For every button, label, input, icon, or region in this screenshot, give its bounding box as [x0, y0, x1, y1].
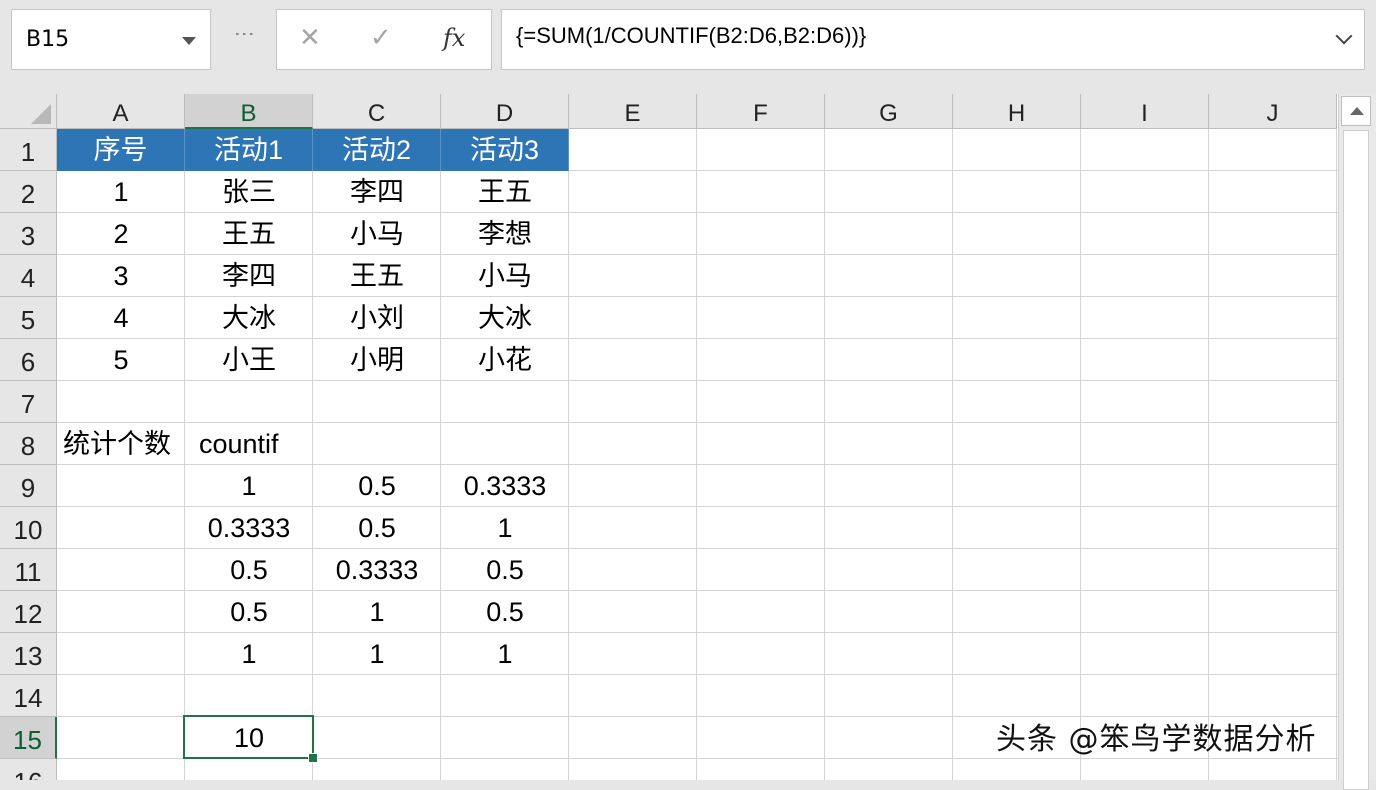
row-header-9[interactable]: 9	[0, 465, 57, 507]
cell-b2[interactable]: 张三	[185, 171, 313, 213]
column-header-g[interactable]: G	[825, 94, 953, 129]
cell-c9[interactable]: 0.5	[313, 465, 441, 507]
cell-d6[interactable]: 小花	[441, 339, 569, 381]
cell-c10[interactable]: 0.5	[313, 507, 441, 549]
row-header-15[interactable]: 15	[0, 717, 57, 759]
cell-d4[interactable]: 小马	[441, 255, 569, 297]
column-header-j[interactable]: J	[1209, 94, 1337, 129]
fill-handle[interactable]	[308, 753, 318, 763]
enter-icon[interactable]: ✓	[370, 23, 392, 53]
row-header-3[interactable]: 3	[0, 213, 57, 255]
cell-a5[interactable]: 4	[57, 297, 185, 339]
cell-d10[interactable]: 1	[441, 507, 569, 549]
row-header-2[interactable]: 2	[0, 171, 57, 213]
cell-d2[interactable]: 王五	[441, 171, 569, 213]
formula-input[interactable]: {=SUM(1/COUNTIF(B2:D6,B2:D6))}	[501, 9, 1365, 70]
row-header-8[interactable]: 8	[0, 423, 57, 465]
scroll-thumb[interactable]	[1343, 130, 1369, 790]
expand-formula-bar-icon[interactable]	[1335, 27, 1353, 45]
cell-b3[interactable]: 王五	[185, 213, 313, 255]
cell-a1[interactable]: 序号	[57, 129, 185, 171]
column-header-e[interactable]: E	[569, 94, 697, 129]
cell-b12[interactable]: 0.5	[185, 591, 313, 633]
cell-b13[interactable]: 1	[185, 633, 313, 675]
row-header-12[interactable]: 12	[0, 591, 57, 633]
worksheet: ABCDEFGHIJ 12345678910111213141516 序号活动1…	[0, 94, 1338, 780]
cell-c6[interactable]: 小明	[313, 339, 441, 381]
cell-b1[interactable]: 活动1	[185, 129, 313, 171]
select-all-button[interactable]	[0, 94, 57, 129]
cell-b8[interactable]: countif	[185, 423, 313, 465]
cell-c11[interactable]: 0.3333	[313, 549, 441, 591]
drag-handle-icon[interactable]: ⋮	[233, 24, 257, 44]
row-header-7[interactable]: 7	[0, 381, 57, 423]
cell-d5[interactable]: 大冰	[441, 297, 569, 339]
row-header-1[interactable]: 1	[0, 129, 57, 171]
name-box[interactable]: B15	[11, 9, 211, 70]
cell-d9[interactable]: 0.3333	[441, 465, 569, 507]
column-header-c[interactable]: C	[313, 94, 441, 129]
column-header-b[interactable]: B	[185, 94, 313, 129]
formula-bar-area: B15 ⋮ ✕ ✓ fx {=SUM(1/COUNTIF(B2:D6,B2:D6…	[0, 0, 1376, 94]
column-header-h[interactable]: H	[953, 94, 1081, 129]
watermark: 头条 @笨鸟学数据分析	[996, 722, 1317, 757]
scroll-up-icon[interactable]	[1341, 96, 1371, 126]
row-header-6[interactable]: 6	[0, 339, 57, 381]
cell-b4[interactable]: 李四	[185, 255, 313, 297]
cell-d3[interactable]: 李想	[441, 213, 569, 255]
cell-a6[interactable]: 5	[57, 339, 185, 381]
column-header-a[interactable]: A	[57, 94, 185, 129]
cell-b11[interactable]: 0.5	[185, 549, 313, 591]
cell-c2[interactable]: 李四	[313, 171, 441, 213]
formula-text: {=SUM(1/COUNTIF(B2:D6,B2:D6))}	[516, 23, 867, 48]
cell-d12[interactable]: 0.5	[441, 591, 569, 633]
select-all-icon	[31, 104, 51, 124]
cell-c5[interactable]: 小刘	[313, 297, 441, 339]
cell-b6[interactable]: 小王	[185, 339, 313, 381]
formula-buttons: ✕ ✓ fx	[276, 9, 492, 70]
row-header-5[interactable]: 5	[0, 297, 57, 339]
cell-a8[interactable]: 统计个数	[57, 423, 185, 465]
cell-d11[interactable]: 0.5	[441, 549, 569, 591]
active-cell-border	[183, 715, 318, 763]
row-header-16[interactable]: 16	[0, 759, 57, 780]
chevron-down-icon[interactable]	[182, 37, 196, 45]
cell-c4[interactable]: 王五	[313, 255, 441, 297]
cell-c13[interactable]: 1	[313, 633, 441, 675]
cell-b9[interactable]: 1	[185, 465, 313, 507]
cell-b5[interactable]: 大冰	[185, 297, 313, 339]
row-header-4[interactable]: 4	[0, 255, 57, 297]
column-header-f[interactable]: F	[697, 94, 825, 129]
cell-a4[interactable]: 3	[57, 255, 185, 297]
cell-c3[interactable]: 小马	[313, 213, 441, 255]
row-header-13[interactable]: 13	[0, 633, 57, 675]
row-header-10[interactable]: 10	[0, 507, 57, 549]
cell-a2[interactable]: 1	[57, 171, 185, 213]
cell-d1[interactable]: 活动3	[441, 129, 569, 171]
insert-function-icon[interactable]: fx	[443, 24, 465, 52]
cell-a3[interactable]: 2	[57, 213, 185, 255]
vertical-scrollbar[interactable]	[1338, 94, 1376, 790]
name-box-value: B15	[26, 27, 70, 52]
cell-c12[interactable]: 1	[313, 591, 441, 633]
cell-d13[interactable]: 1	[441, 633, 569, 675]
column-header-d[interactable]: D	[441, 94, 569, 129]
cell-c1[interactable]: 活动2	[313, 129, 441, 171]
column-header-i[interactable]: I	[1081, 94, 1209, 129]
cell-b10[interactable]: 0.3333	[185, 507, 313, 549]
row-header-14[interactable]: 14	[0, 675, 57, 717]
cancel-icon[interactable]: ✕	[299, 23, 321, 53]
row-header-11[interactable]: 11	[0, 549, 57, 591]
